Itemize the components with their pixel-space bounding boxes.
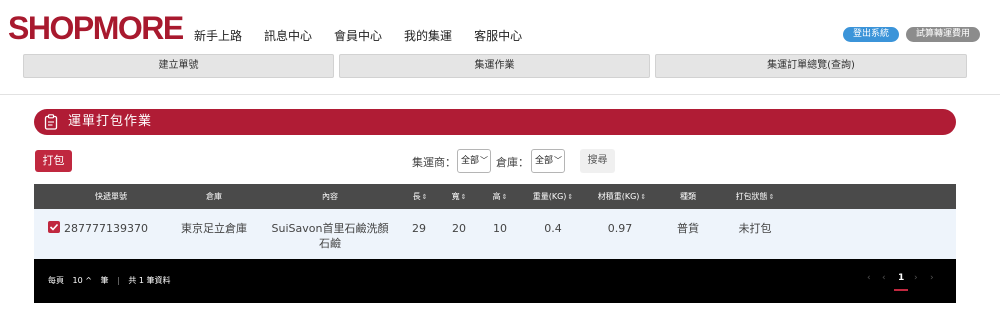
cell-length: 29 [412, 222, 426, 235]
chevron-down-icon: ﹀ [554, 156, 562, 165]
row-checkbox[interactable] [48, 221, 60, 233]
warehouse-select[interactable]: 全部 ﹀ [531, 149, 565, 173]
cell-content-line1: SuiSavon首里石鹼洗顏 [271, 222, 389, 235]
section-header: 運單打包作業 [34, 109, 956, 135]
cell-weight: 0.4 [544, 222, 562, 235]
search-button[interactable]: 搜尋 [580, 149, 615, 173]
cell-tracking: 287777139370 [64, 222, 148, 235]
column-header-tracking: 快遞單號 [95, 192, 127, 201]
carrier-select[interactable]: 全部 ﹀ [457, 149, 491, 173]
sort-icon: ⇕ [460, 193, 467, 201]
tab-forwarding-operations[interactable]: 集運作業 [339, 54, 650, 78]
warehouse-filter-label: 倉庫： [496, 156, 529, 169]
page: SHOPMORE 新手上路 訊息中心 會員中心 我的集運 客服中心 登出系統 試… [0, 0, 1000, 320]
per-page-prefix: 每頁 [48, 276, 64, 285]
column-header-content: 內容 [322, 192, 338, 201]
sort-icon: ⇕ [768, 193, 775, 201]
cell-type: 普貨 [677, 222, 699, 235]
column-header-type: 種類 [680, 192, 696, 201]
per-page-control: 每頁 10 ^ 筆 | 共 1 筆資料 [48, 275, 171, 286]
logout-button[interactable]: 登出系統 [843, 27, 899, 42]
nav-member-center[interactable]: 會員中心 [334, 27, 382, 44]
column-header-weight[interactable]: 重量(KG)⇕ [533, 184, 574, 210]
separator: | [117, 276, 120, 285]
carrier-select-value: 全部 [461, 156, 480, 166]
check-icon [49, 223, 59, 231]
prev-page-icon[interactable]: ‹ [882, 273, 886, 283]
cell-content-line2: 石鹼 [318, 237, 341, 250]
column-header-length[interactable]: 長⇕ [413, 184, 428, 210]
site-logo[interactable]: SHOPMORE [8, 10, 184, 46]
column-header-height[interactable]: 高⇕ [493, 184, 508, 210]
nav-customer-service[interactable]: 客服中心 [474, 27, 522, 44]
next-page-icon[interactable]: › [914, 273, 918, 283]
top-nav: 新手上路 訊息中心 會員中心 我的集運 客服中心 [194, 27, 544, 44]
cell-pack-status: 未打包 [738, 222, 772, 235]
column-header-warehouse: 倉庫 [206, 192, 222, 201]
first-page-icon[interactable]: ‹ [867, 273, 871, 283]
nav-message-center[interactable]: 訊息中心 [264, 27, 312, 44]
total-records: 共 1 筆資料 [128, 276, 171, 285]
cell-warehouse: 東京足立倉庫 [181, 222, 247, 235]
column-header-width[interactable]: 寬⇕ [452, 184, 467, 210]
sort-icon: ⇕ [640, 193, 647, 201]
cell-content: SuiSavon首里石鹼洗顏 石鹼 [272, 221, 389, 251]
section-title: 運單打包作業 [68, 114, 153, 129]
cell-width: 20 [452, 222, 466, 235]
table-header: 快遞單號 倉庫 內容 長⇕ 寬⇕ 高⇕ 重量(KG)⇕ 材積重(KG)⇕ 種類 … [34, 184, 956, 209]
tab-order-overview[interactable]: 集運訂單總覽(查詢) [655, 54, 967, 78]
per-page-select[interactable]: 10 ^ [73, 276, 92, 285]
nav-beginner-guide[interactable]: 新手上路 [194, 27, 242, 44]
current-page-indicator [894, 289, 908, 291]
nav-my-forwarding[interactable]: 我的集運 [404, 27, 452, 44]
chevron-down-icon: ﹀ [480, 156, 488, 165]
column-header-volume-weight[interactable]: 材積重(KG)⇕ [598, 184, 647, 210]
table-row: 287777139370 東京足立倉庫 SuiSavon首里石鹼洗顏 石鹼 29… [34, 209, 956, 259]
pack-button[interactable]: 打包 [35, 150, 72, 172]
sort-icon: ⇕ [421, 193, 428, 201]
per-page-suffix: 筆 [100, 276, 109, 285]
cell-volume-weight: 0.97 [607, 222, 633, 235]
carrier-filter-label: 集運商： [412, 156, 456, 169]
tab-create-number[interactable]: 建立單號 [23, 54, 334, 78]
clipboard-icon [44, 114, 58, 130]
warehouse-select-value: 全部 [535, 156, 554, 166]
last-page-icon[interactable]: › [930, 273, 934, 283]
page-number-current[interactable]: 1 [898, 273, 904, 283]
table-footer: 每頁 10 ^ 筆 | 共 1 筆資料 ‹ ‹ 1 › › [34, 259, 956, 303]
cell-height: 10 [493, 222, 507, 235]
sort-icon: ⇕ [501, 193, 508, 201]
fee-calculator-button[interactable]: 試算轉運費用 [906, 27, 980, 42]
column-header-pack-status[interactable]: 打包狀態⇕ [736, 184, 775, 210]
header-divider [0, 94, 1000, 95]
sort-icon: ⇕ [567, 193, 574, 201]
chevron-up-icon: ^ [85, 276, 92, 285]
